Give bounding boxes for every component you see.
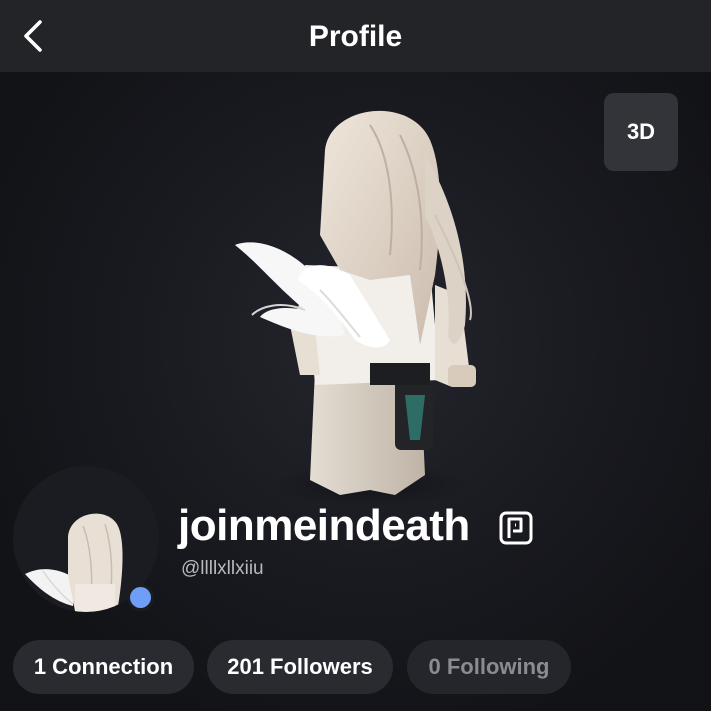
username: @llllxllxiiu (181, 558, 264, 579)
following-button[interactable]: 0 Following (407, 640, 571, 694)
followers-button[interactable]: 201 Followers (207, 640, 393, 694)
page-title: Profile (308, 20, 403, 53)
online-status-indicator (127, 584, 154, 611)
view-3d-toggle[interactable]: 3D (604, 93, 678, 171)
header-bar: Profile (0, 0, 711, 72)
profile-screen: Profile 3D joinmeindeath @llllxllxiiu 1 … (0, 0, 711, 711)
connections-button[interactable]: 1 Connection (13, 640, 194, 694)
back-button[interactable] (14, 16, 54, 56)
chevron-left-icon (24, 20, 42, 52)
display-name: joinmeindeath (178, 501, 470, 550)
avatar-3d-render[interactable] (220, 95, 530, 515)
premium-badge-icon (499, 511, 533, 545)
